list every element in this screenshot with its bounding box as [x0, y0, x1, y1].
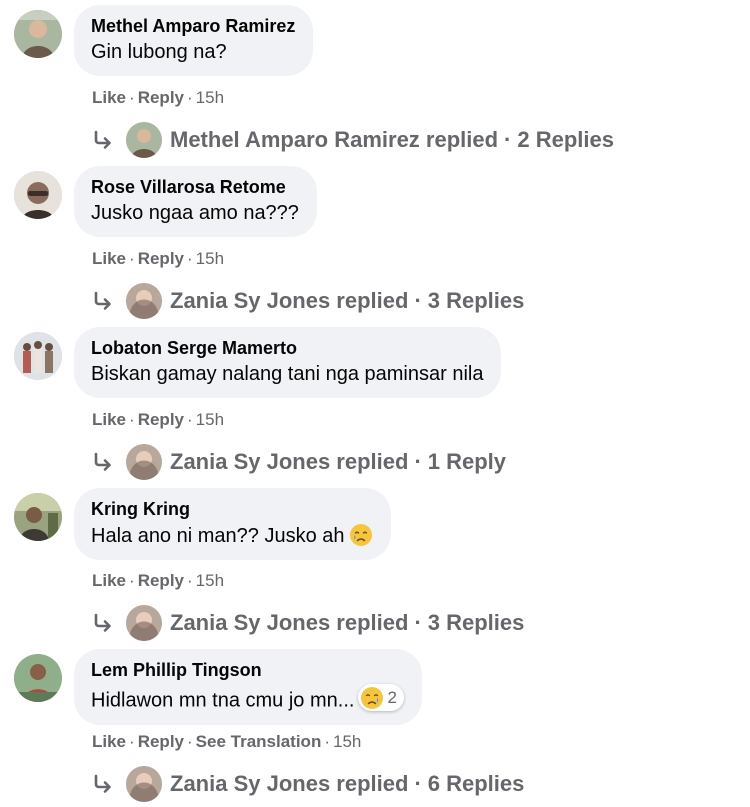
avatar[interactable]: [14, 654, 62, 702]
reply-count: 6 Replies: [427, 771, 525, 796]
sad-reaction-icon: [361, 686, 384, 709]
replied-by-text: Methel Amparo Ramirez replied: [170, 127, 499, 152]
reply-button[interactable]: Reply: [138, 571, 184, 590]
comment-text: Gin lubong na?: [91, 41, 227, 63]
comment-bubble: Kring Kring Hala ano ni man?? Jusko ah: [74, 488, 391, 560]
see-translation-link[interactable]: See Translation: [196, 732, 322, 751]
reply-button[interactable]: Reply: [138, 88, 184, 107]
comment-text-line: Hala ano ni man?? Jusko ah: [91, 523, 373, 549]
comment-text: Hala ano ni man?? Jusko ah: [91, 525, 345, 547]
reply-arrow-icon: [94, 130, 111, 149]
comment-author[interactable]: Rose Villarosa Retome: [91, 176, 299, 198]
replier-avatar: [126, 766, 162, 802]
replier-avatar: [126, 605, 162, 641]
avatar[interactable]: [14, 171, 62, 219]
separator: ·: [504, 127, 512, 152]
replied-by-text: Zania Sy Jones replied: [170, 449, 409, 474]
reply-arrow-icon: [94, 452, 111, 471]
comment-text-line: Hidlawon mn tna cmu jo mn... 2: [91, 684, 404, 714]
comment-text: Hidlawon mn tna cmu jo mn...: [91, 689, 355, 712]
comment: Lem Phillip Tingson Hidlawon mn tna cmu …: [0, 648, 750, 807]
separator: ·: [129, 88, 135, 107]
comment-actions: Like · Reply · 15h: [92, 570, 224, 592]
timestamp[interactable]: 15h: [196, 88, 224, 107]
reply-count: 1 Reply: [427, 449, 507, 474]
reply-count: 3 Replies: [427, 610, 525, 635]
like-button[interactable]: Like: [92, 571, 126, 590]
reaction-count: 2: [387, 688, 397, 707]
comment: Kring Kring Hala ano ni man?? Jusko ah L…: [0, 487, 750, 648]
avatar[interactable]: [14, 10, 62, 58]
reply-count: 2 Replies: [517, 127, 614, 152]
avatar[interactable]: [14, 493, 62, 541]
like-button[interactable]: Like: [92, 410, 126, 429]
comment: Rose Villarosa Retome Jusko ngaa amo na?…: [0, 165, 750, 326]
comment-actions: Like · Reply · See Translation · 15h: [92, 731, 361, 753]
timestamp[interactable]: 15h: [196, 410, 224, 429]
view-replies-link[interactable]: Zania Sy Jones replied · 3 Replies: [92, 283, 524, 319]
reply-arrow-icon: [94, 774, 111, 793]
view-replies-link[interactable]: Zania Sy Jones replied · 3 Replies: [92, 605, 524, 641]
comment-bubble: Lem Phillip Tingson Hidlawon mn tna cmu …: [74, 649, 422, 725]
replier-avatar: [126, 283, 162, 319]
separator: ·: [187, 88, 193, 107]
timestamp[interactable]: 15h: [333, 732, 361, 751]
like-button[interactable]: Like: [92, 249, 126, 268]
separator: ·: [129, 249, 135, 268]
view-replies-link[interactable]: Zania Sy Jones replied · 1 Reply: [92, 444, 506, 480]
view-replies-link[interactable]: Zania Sy Jones replied · 6 Replies: [92, 766, 524, 802]
separator: ·: [187, 732, 193, 751]
comment-author[interactable]: Lobaton Serge Mamerto: [91, 337, 483, 359]
separator: ·: [414, 771, 422, 796]
comment: Methel Amparo Ramirez Gin lubong na? Lik…: [0, 4, 750, 165]
replier-avatar: [126, 444, 162, 480]
comment-bubble: Rose Villarosa Retome Jusko ngaa amo na?…: [74, 166, 317, 237]
reply-button[interactable]: Reply: [138, 410, 184, 429]
separator: ·: [324, 732, 331, 751]
separator: ·: [187, 571, 193, 590]
replied-by-text: Zania Sy Jones replied: [170, 771, 409, 796]
reply-button[interactable]: Reply: [138, 249, 184, 268]
separator: ·: [129, 571, 135, 590]
separator: ·: [187, 249, 193, 268]
comment-text: Biskan gamay nalang tani nga paminsar ni…: [91, 363, 484, 385]
replier-avatar: [126, 122, 162, 158]
timestamp[interactable]: 15h: [196, 249, 224, 268]
reply-arrow-icon: [94, 291, 111, 310]
reply-button[interactable]: Reply: [138, 732, 184, 751]
separator: ·: [414, 288, 422, 313]
view-replies-link[interactable]: Methel Amparo Ramirez replied · 2 Replies: [92, 122, 614, 158]
comment-author[interactable]: Methel Amparo Ramirez: [91, 15, 295, 37]
comment-actions: Like · Reply · 15h: [92, 248, 224, 270]
comment-bubble: Methel Amparo Ramirez Gin lubong na?: [74, 5, 314, 76]
like-button[interactable]: Like: [92, 88, 126, 107]
reply-arrow-icon: [94, 613, 111, 632]
comment-text: Jusko ngaa amo na???: [91, 202, 299, 224]
replied-by-text: Zania Sy Jones replied: [170, 610, 409, 635]
timestamp[interactable]: 15h: [196, 571, 224, 590]
comment-author[interactable]: Kring Kring: [91, 498, 373, 520]
comment-bubble: Lobaton Serge Mamerto Biskan gamay nalan…: [74, 327, 502, 398]
like-button[interactable]: Like: [92, 732, 126, 751]
comment-actions: Like · Reply · 15h: [92, 87, 224, 109]
comment-author[interactable]: Lem Phillip Tingson: [91, 659, 404, 681]
separator: ·: [129, 732, 135, 751]
avatar[interactable]: [14, 332, 62, 380]
reaction-badge[interactable]: 2: [358, 684, 404, 711]
separator: ·: [129, 410, 135, 429]
comment: Lobaton Serge Mamerto Biskan gamay nalan…: [0, 326, 750, 487]
separator: ·: [414, 449, 422, 474]
replied-by-text: Zania Sy Jones replied: [170, 288, 409, 313]
comment-actions: Like · Reply · 15h: [92, 409, 224, 431]
crying-face-emoji: [349, 524, 372, 546]
comment-thread: Methel Amparo Ramirez Gin lubong na? Lik…: [0, 0, 750, 807]
reply-count: 3 Replies: [427, 288, 525, 313]
separator: ·: [187, 410, 193, 429]
separator: ·: [414, 610, 422, 635]
